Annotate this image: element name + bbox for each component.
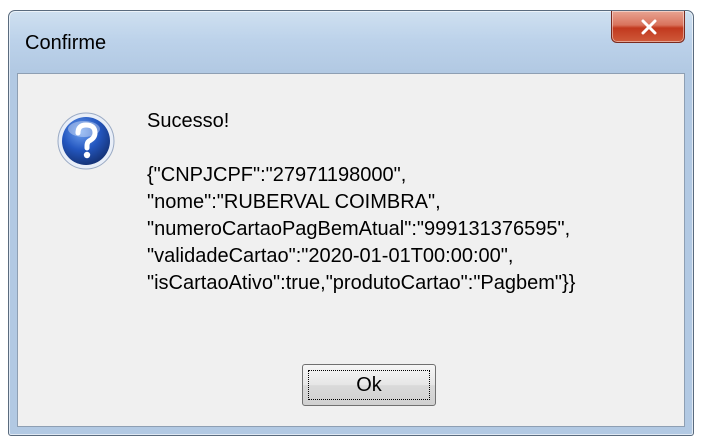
ok-button-label: Ok xyxy=(356,374,382,396)
message-text: Sucesso! {"CNPJCPF":"27971198000", "nome… xyxy=(147,108,575,297)
dialog-window: Confirme Sucesso! {"CNPJCPF":"2797119800… xyxy=(8,10,694,436)
message-line: {"CNPJCPF":"27971198000", xyxy=(147,164,407,186)
message-line: "numeroCartaoPagBemAtual":"999131376595"… xyxy=(147,218,571,240)
dialog-body: Sucesso! {"CNPJCPF":"27971198000", "nome… xyxy=(17,73,685,427)
question-icon xyxy=(57,112,115,170)
title-bar[interactable]: Confirme xyxy=(9,11,693,73)
message-heading: Sucesso! xyxy=(147,110,230,132)
window-title: Confirme xyxy=(25,32,107,54)
message-line: "isCartaoAtivo":true,"produtoCartao":"Pa… xyxy=(147,272,576,294)
close-icon xyxy=(641,19,657,35)
close-button[interactable] xyxy=(611,11,685,43)
message-line: "nome":"RUBERVAL COIMBRA", xyxy=(147,191,441,213)
ok-button[interactable]: Ok xyxy=(302,364,436,406)
message-line: "validadeCartao":"2020-01-01T00:00:00", xyxy=(147,245,514,267)
